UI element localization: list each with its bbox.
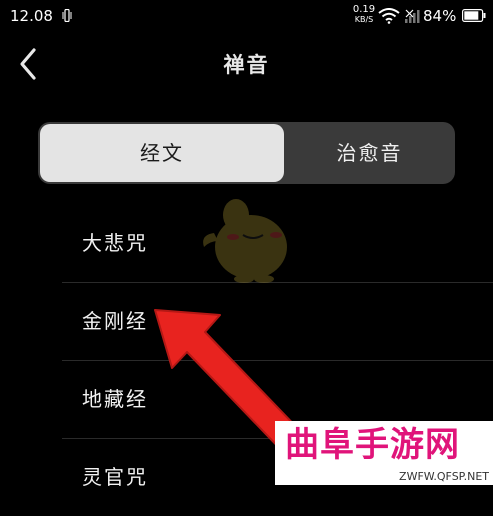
- network-speed: 0.19 KB/S: [348, 5, 380, 25]
- network-speed-value: 0.19: [352, 4, 376, 15]
- list-item-label: 灵官咒: [82, 465, 148, 489]
- network-speed-unit: KB/S: [354, 15, 374, 24]
- tab-healing-sounds[interactable]: 治愈音: [284, 122, 455, 184]
- signal-icon: [405, 9, 420, 23]
- mascot-watermark: [203, 199, 287, 283]
- watermark-url: ZWFW.QFSP.NET: [399, 470, 489, 483]
- navigation-bar: 禅音: [0, 32, 493, 96]
- page-title: 禅音: [223, 53, 270, 77]
- list-item-label: 金刚经: [82, 309, 148, 333]
- battery-icon: [462, 9, 486, 22]
- list-item-label: 大悲咒: [82, 231, 148, 255]
- status-bar: 12.08 0.19 KB/S 84%: [0, 0, 493, 32]
- site-watermark: 曲阜手游网 ZWFW.QFSP.NET: [275, 421, 493, 485]
- tab-scriptures[interactable]: 经文: [40, 124, 284, 182]
- category-segmented-control: 经文 治愈音: [38, 122, 455, 184]
- battery-percent: 84%: [423, 7, 457, 25]
- wifi-icon: [378, 8, 400, 24]
- vibrate-icon: [62, 9, 72, 22]
- list-item-label: 地藏经: [82, 387, 148, 411]
- watermark-title: 曲阜手游网: [285, 425, 460, 465]
- status-time: 12.08: [10, 7, 53, 25]
